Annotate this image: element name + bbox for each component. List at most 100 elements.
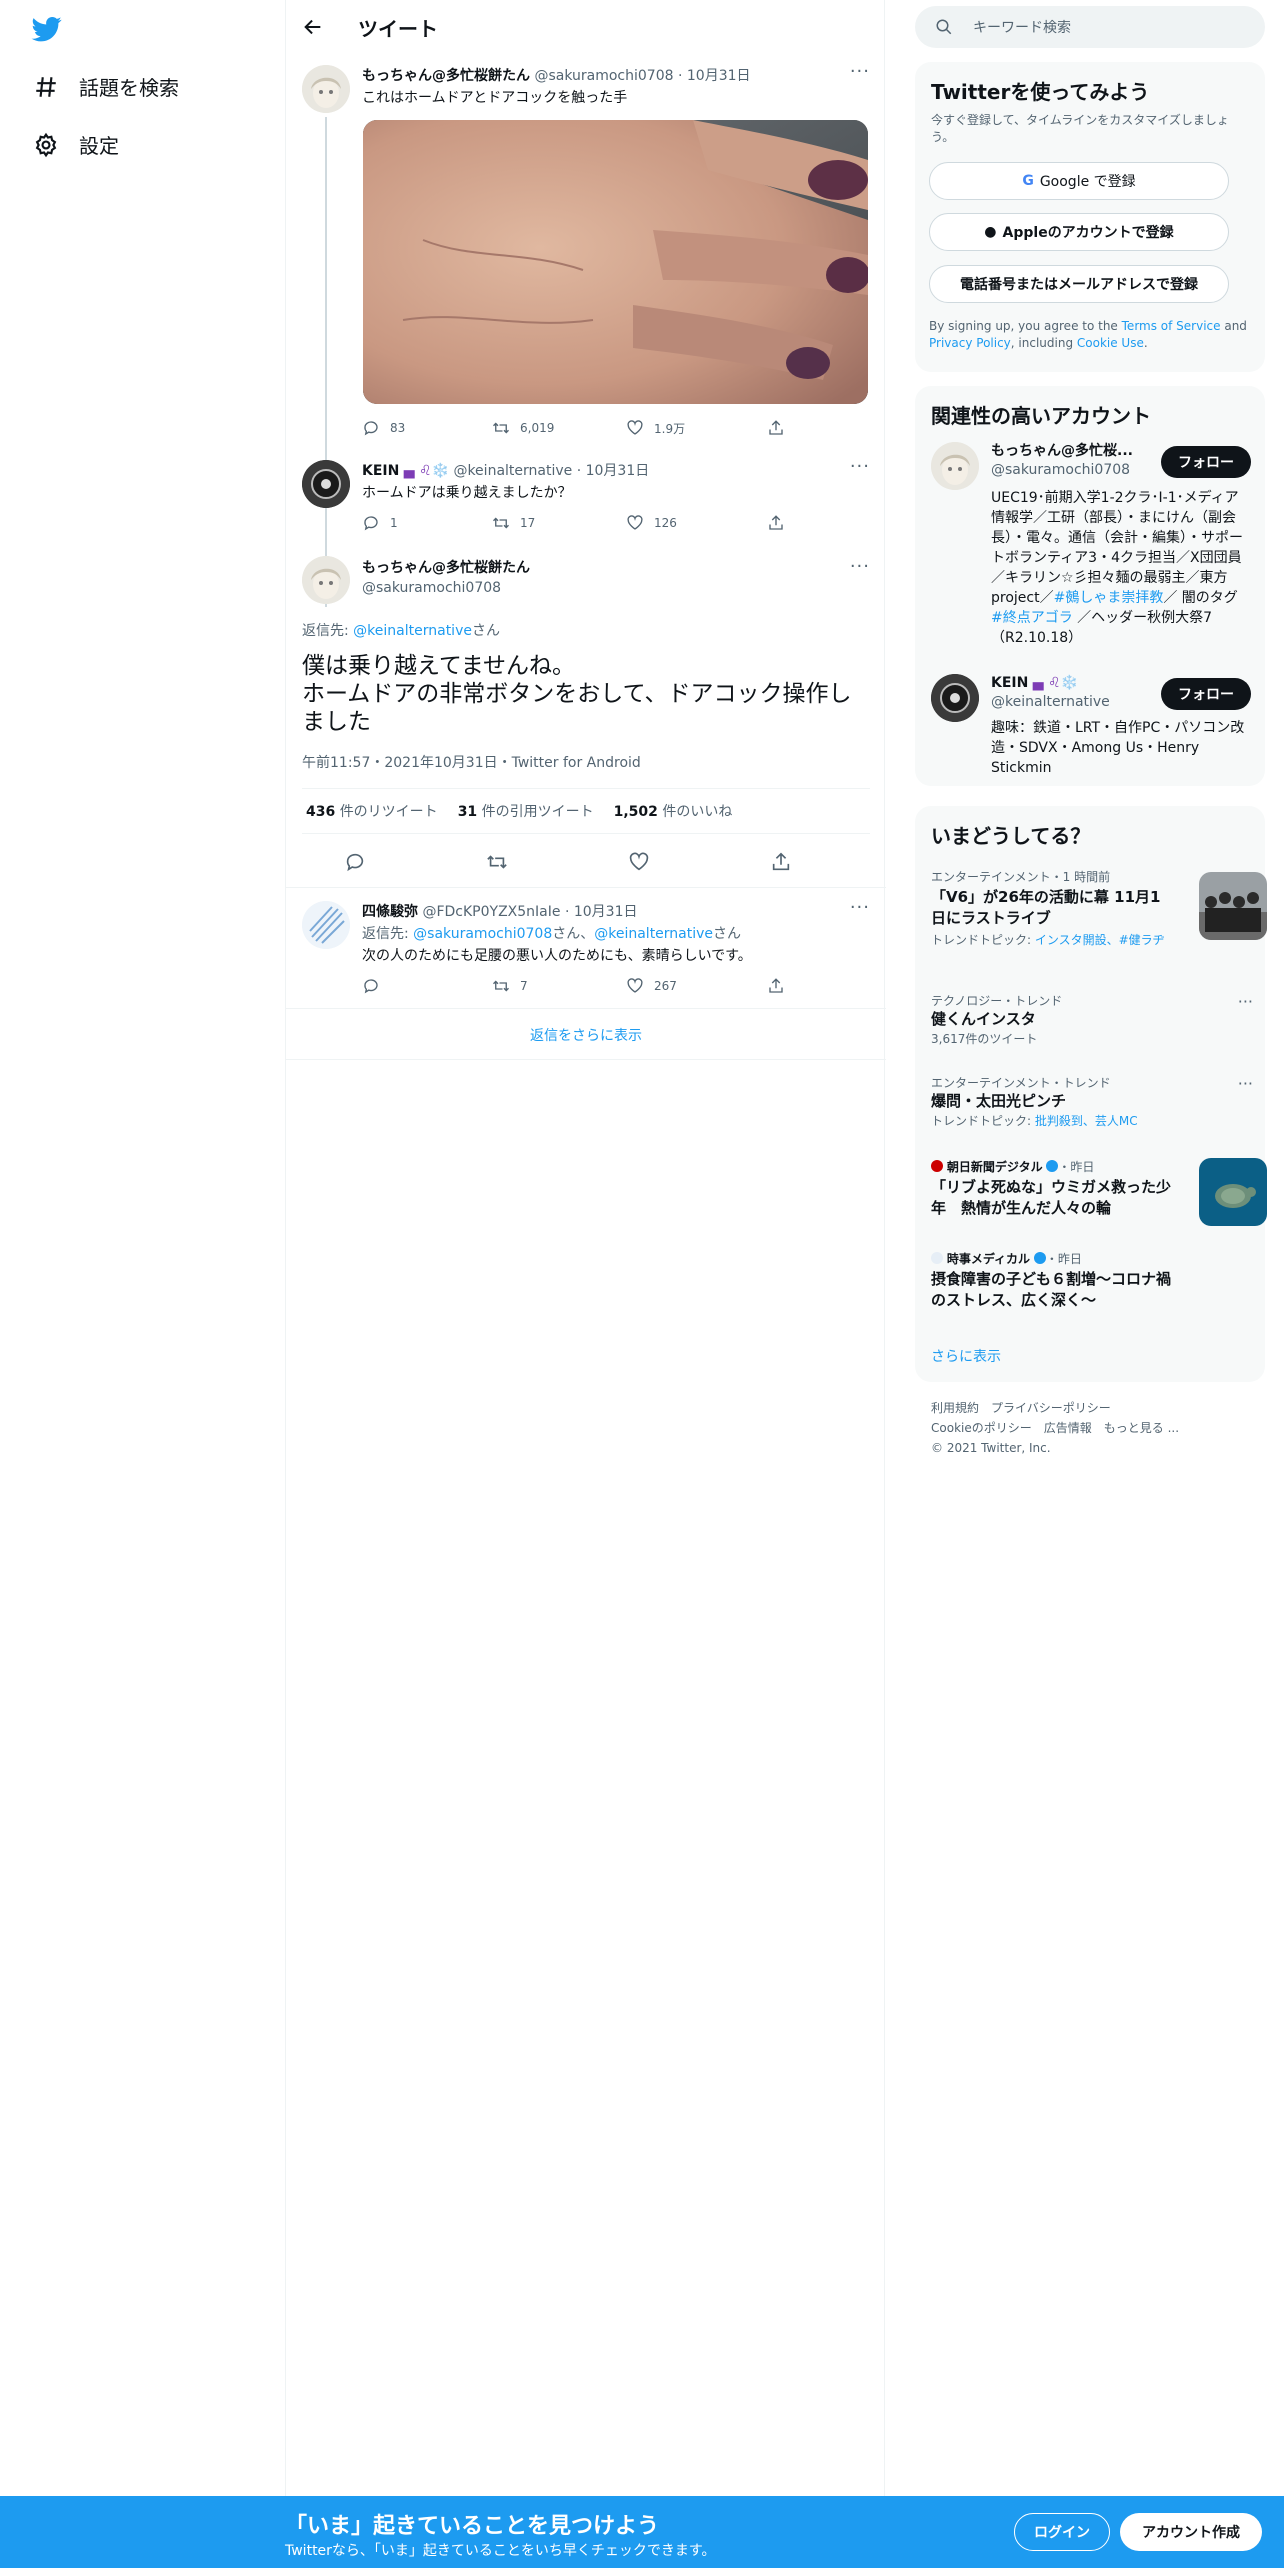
phone-email-signup-button[interactable]: 電話番号またはメールアドレスで登録: [929, 265, 1229, 303]
tweet-meta[interactable]: 午前11:57・2021年10月31日・Twitter for Android: [302, 752, 641, 772]
footer-terms[interactable]: 利用規約: [931, 1401, 979, 1415]
like-button[interactable]: 267: [626, 977, 677, 995]
retweet-icon: [493, 980, 509, 992]
quote-stat[interactable]: 31 件の引用ツイート: [458, 801, 594, 821]
signup-button[interactable]: アカウント作成: [1120, 2513, 1262, 2551]
terms-link[interactable]: Terms of Service: [1122, 319, 1221, 333]
trend-topic[interactable]: 批判殺到、芸人MC: [1035, 1114, 1138, 1128]
google-signup-button[interactable]: G Google で登録: [929, 162, 1229, 200]
footer-ads[interactable]: 広告情報: [1044, 1421, 1092, 1435]
privacy-link[interactable]: Privacy Policy: [929, 336, 1011, 350]
reply-to-link-2[interactable]: @keinalternative: [594, 926, 713, 942]
share-icon: [769, 420, 783, 435]
nav-settings[interactable]: 設定: [33, 130, 119, 159]
nav-explore[interactable]: 話題を検索: [33, 72, 179, 101]
reply-button[interactable]: 1: [362, 514, 398, 532]
share-button[interactable]: [767, 514, 785, 532]
reply-button[interactable]: 83: [362, 419, 405, 437]
retweet-icon[interactable]: [486, 851, 508, 873]
display-name[interactable]: 四條駿弥: [362, 904, 418, 920]
apple-signup-button[interactable]: ● Appleのアカウントで登録: [929, 213, 1229, 251]
tweet-date[interactable]: 10月31日: [586, 463, 650, 479]
bio-hashtag-1[interactable]: #鵺しゃま崇拝教: [1054, 590, 1164, 606]
share-button[interactable]: [767, 977, 785, 995]
more-options-icon[interactable]: ···: [1238, 992, 1253, 1011]
like-stat[interactable]: 1,502 件のいいね: [614, 801, 733, 821]
more-options-icon[interactable]: ···: [850, 456, 870, 477]
reply-icon[interactable]: [344, 851, 366, 873]
search-input[interactable]: キーワード検索: [973, 17, 1071, 37]
back-arrow-icon[interactable]: [302, 16, 324, 38]
avatar-image: [931, 442, 979, 490]
tweet-first[interactable]: もっちゃん@多忙桜餅たん @sakuramochi0708 · 10月31日 ·…: [286, 53, 886, 607]
avatar[interactable]: [302, 901, 350, 949]
tweet-date[interactable]: 10月31日: [574, 904, 638, 920]
avatar[interactable]: [931, 674, 979, 722]
tweet-text: ホームドアは乗り越えましたか？: [362, 485, 572, 501]
tweet-date[interactable]: 10月31日: [687, 68, 751, 84]
tweet-actions: 83 6,019 1.9万: [362, 419, 792, 439]
display-name[interactable]: もっちゃん@多忙桜餅たん: [362, 558, 530, 578]
handle[interactable]: @keinalternative: [453, 463, 572, 479]
tweet-second[interactable]: KEIN ▄ ♌❄️ @keinalternative · 10月31日 ···…: [286, 448, 886, 548]
trend-topic[interactable]: インスタ開設、#健ラヂ: [1035, 933, 1165, 947]
retweet-button[interactable]: 17: [492, 514, 535, 532]
footer-cookie[interactable]: Cookieのポリシー: [931, 1421, 1032, 1435]
handle: @sakuramochi0708: [991, 462, 1131, 478]
follow-button[interactable]: フォロー: [1161, 446, 1251, 478]
like-button[interactable]: 1.9万: [626, 419, 685, 437]
reply-to-link[interactable]: @keinalternative: [353, 623, 472, 639]
handle[interactable]: @FDcKP0YZX5nIaIe: [422, 904, 560, 920]
retweet-button[interactable]: 6,019: [492, 419, 554, 437]
separator: ·: [576, 463, 582, 479]
tweet-reply[interactable]: 四條駿弥 @FDcKP0YZX5nIaIe · 10月31日 ··· 返信先: …: [286, 889, 886, 1009]
like-button[interactable]: 126: [626, 514, 677, 532]
display-name[interactable]: KEIN: [362, 463, 399, 479]
reply-to-link-1[interactable]: @sakuramochi0708: [413, 926, 552, 942]
twitter-logo-icon[interactable]: [30, 14, 64, 44]
footer-privacy[interactable]: プライバシーポリシー: [991, 1401, 1111, 1415]
trend-item[interactable]: エンターテインメント・1 時間前 「V6」が26年の活動に幕 11月1日にラスト…: [931, 868, 1267, 964]
reply-button[interactable]: [362, 977, 380, 995]
heart-icon[interactable]: [628, 851, 650, 873]
search-icon: [936, 19, 952, 35]
cookie-link[interactable]: Cookie Use: [1077, 336, 1144, 350]
tweet-header: もっちゃん@多忙桜餅たん @sakuramochi0708 · 10月31日: [362, 65, 751, 85]
name-emoji: ▄ ♌❄️: [403, 463, 449, 479]
share-button[interactable]: [767, 419, 785, 437]
bio-hashtag-2[interactable]: #終点アゴラ: [991, 610, 1073, 626]
more-options-icon[interactable]: ···: [850, 897, 870, 918]
avatar-image: [302, 460, 350, 508]
follow-button[interactable]: フォロー: [1161, 678, 1251, 710]
hand-photo: [363, 120, 868, 404]
tweet-photo[interactable]: [363, 120, 868, 404]
more-options-icon[interactable]: ···: [850, 61, 870, 82]
bottom-subtitle: Twitterなら、「いま」起きていることをいち早くチェックできます。: [285, 2543, 716, 2559]
login-button[interactable]: ログイン: [1014, 2513, 1110, 2551]
avatar[interactable]: [302, 65, 350, 113]
bio: UEC19･前期入学1-2クラ･Ⅰ-1･メディア情報学／工研（部長）・まにけん（…: [991, 488, 1251, 648]
trend-item[interactable]: エンターテインメント・トレンド 爆問・太田光ピンチ トレンドトピック: 批判殺到…: [931, 1074, 1253, 1134]
retweet-stat[interactable]: 436 件のリツイート: [306, 801, 438, 821]
retweet-button[interactable]: 7: [492, 977, 528, 995]
tweet-main: もっちゃん@多忙桜餅たん @sakuramochi0708 ··· 返信先: @…: [286, 548, 886, 888]
related-account-2[interactable]: KEIN ▄ ♌❄️ @keinalternative フォロー 趣味：鉄道・L…: [915, 674, 1265, 776]
share-icon[interactable]: [770, 851, 792, 873]
news-item[interactable]: 朝日新聞デジタル ・昨日 「リブよ死ぬな」ウミガメ救った少年 熱情が生んだ人々の…: [931, 1158, 1267, 1230]
search-box[interactable]: キーワード検索: [915, 6, 1265, 48]
display-name[interactable]: もっちゃん@多忙桜餅たん: [362, 68, 530, 84]
more-options-icon[interactable]: ···: [1238, 1074, 1253, 1093]
footer-more[interactable]: もっと見る ...: [1104, 1421, 1179, 1435]
more-options-icon[interactable]: ···: [850, 556, 870, 577]
handle[interactable]: @sakuramochi0708: [362, 578, 530, 598]
trend-count: 3,617件のツイート: [931, 1032, 1038, 1046]
handle[interactable]: @sakuramochi0708: [534, 68, 673, 84]
news-item[interactable]: 時事メディカル ・昨日 摂食障害の子ども６割増～コロナ禍のストレス、広く深く～: [931, 1250, 1251, 1322]
avatar[interactable]: [302, 460, 350, 508]
show-more-trends[interactable]: さらに表示: [931, 1346, 1001, 1366]
trend-item[interactable]: テクノロジー・トレンド 健くんインスタ 3,617件のツイート ···: [931, 992, 1253, 1052]
avatar[interactable]: [302, 556, 350, 604]
show-more-replies[interactable]: 返信をさらに表示: [286, 1010, 886, 1060]
avatar[interactable]: [931, 442, 979, 490]
related-account-1[interactable]: もっちゃん@多忙桜... @sakuramochi0708 フォロー UEC19…: [915, 442, 1265, 646]
